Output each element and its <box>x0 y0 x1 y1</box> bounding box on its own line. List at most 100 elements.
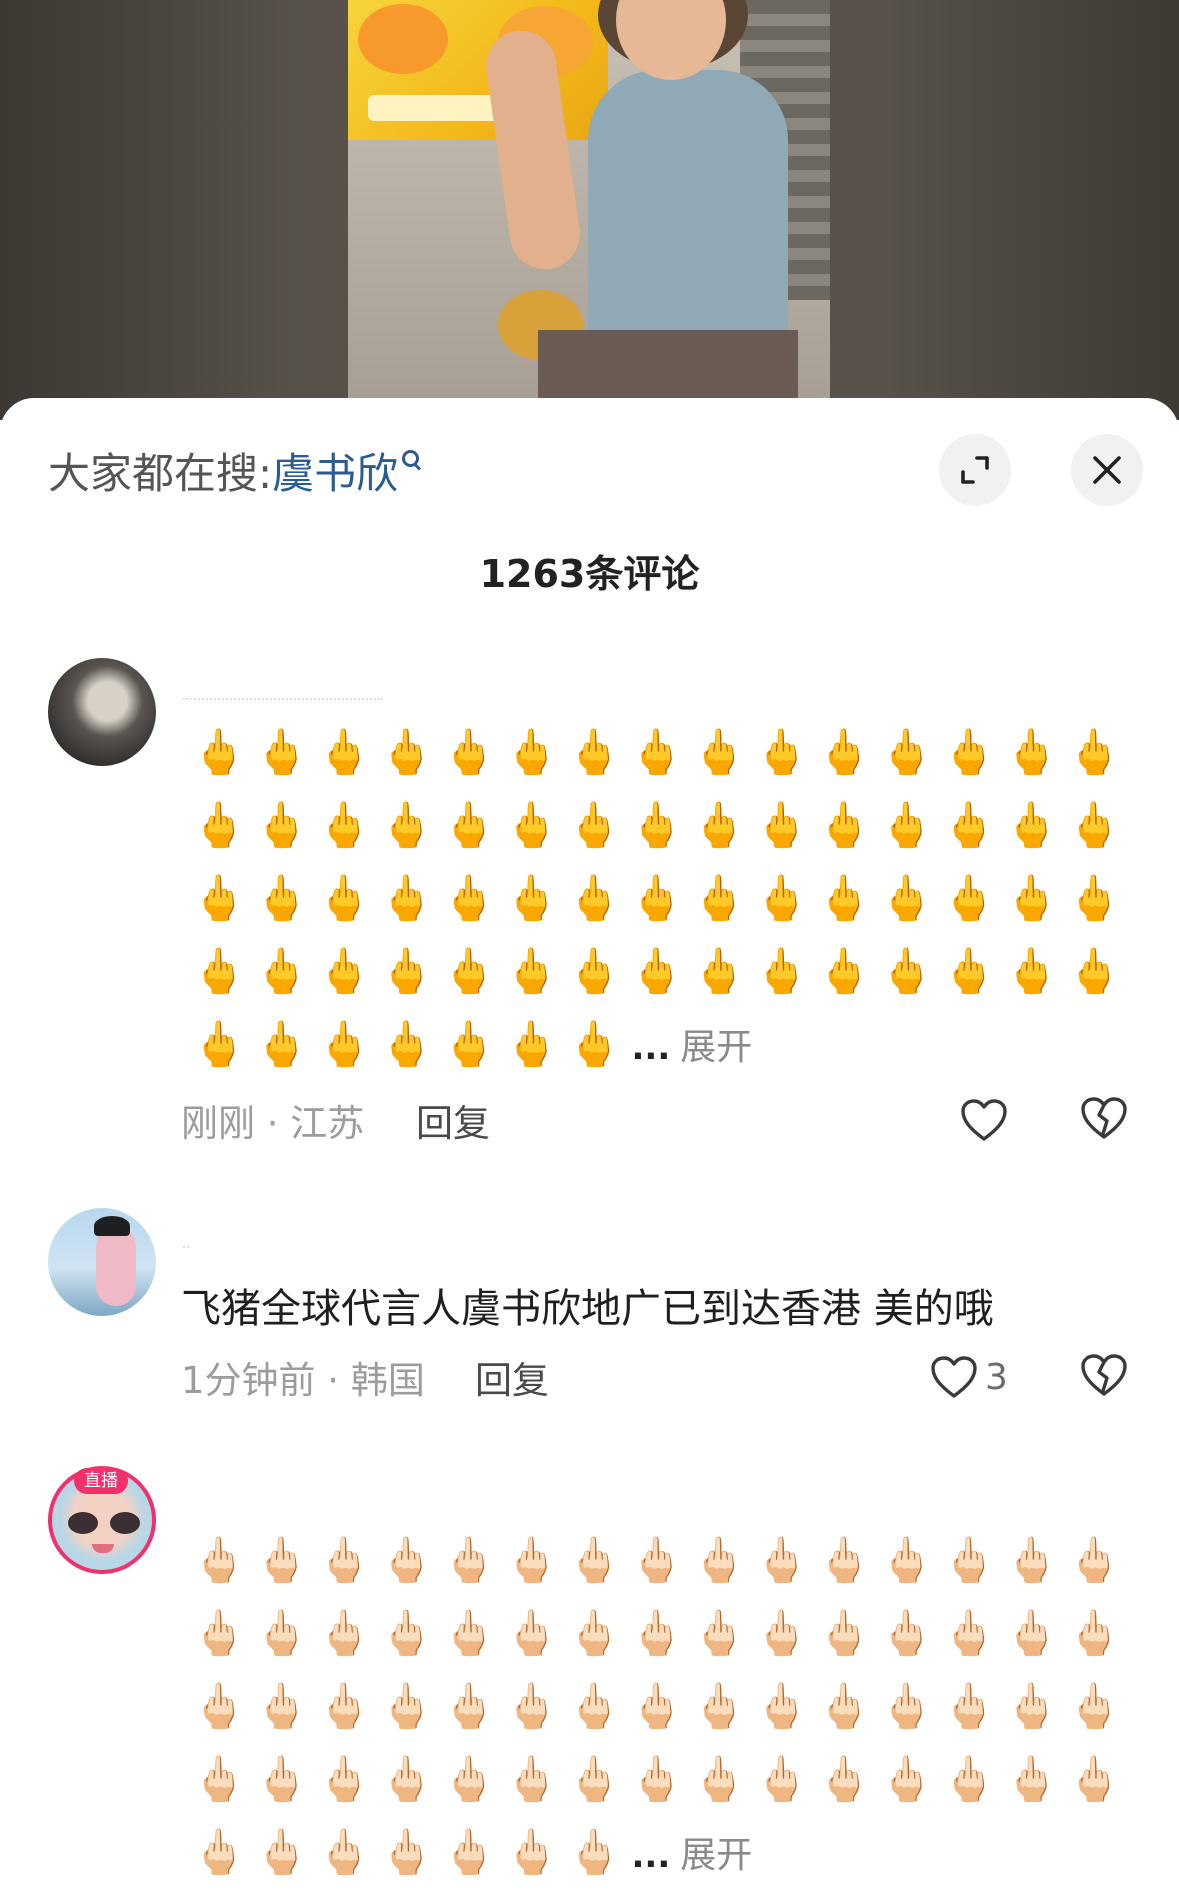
middle-finger-emoji: 🖕 <box>1066 946 1122 997</box>
trending-search-prefix: 大家都在搜: <box>48 448 273 498</box>
middle-finger-emoji: 🖕🏻 <box>316 1754 372 1805</box>
middle-finger-emoji: 🖕 <box>754 873 810 924</box>
heart-outline-icon <box>961 1099 1007 1141</box>
heart-outline-icon <box>931 1356 977 1398</box>
close-button[interactable] <box>1071 434 1143 506</box>
expand-button[interactable] <box>939 434 1011 506</box>
search-icon[interactable] <box>402 450 420 468</box>
middle-finger-emoji: 🖕🏻 <box>191 1535 247 1586</box>
middle-finger-emoji: 🖕 <box>1004 873 1060 924</box>
middle-finger-emoji: 🖕🏻 <box>441 1608 497 1659</box>
comment-meta: 刚刚 · 江苏 回复 <box>181 1093 1141 1147</box>
middle-finger-emoji: 🖕🏻 <box>441 1754 497 1805</box>
middle-finger-emoji: 🖕 <box>754 727 810 778</box>
comment-text: 飞猪全球代言人虞书欣地广已到达香港 美的哦 <box>181 1286 994 1332</box>
broken-heart-icon <box>1081 1354 1127 1396</box>
middle-finger-emoji: 🖕🏻 <box>379 1681 435 1732</box>
middle-finger-emoji: 🖕 <box>254 873 310 924</box>
middle-finger-emoji: 🖕 <box>504 727 560 778</box>
middle-finger-emoji: 🖕 <box>254 946 310 997</box>
background-billboard <box>348 0 608 140</box>
middle-finger-emoji: 🖕🏻 <box>629 1535 685 1586</box>
middle-finger-emoji: 🖕🏻 <box>816 1754 872 1805</box>
middle-finger-emoji: 🖕 <box>504 1019 560 1070</box>
middle-finger-emoji: 🖕 <box>629 800 685 851</box>
video-player[interactable] <box>0 0 1179 420</box>
person-head <box>616 0 726 80</box>
reply-button[interactable]: 回复 <box>416 1093 490 1147</box>
comment-count-title: 1263条评论 <box>479 552 700 596</box>
middle-finger-emoji: 🖕 <box>441 873 497 924</box>
middle-finger-emoji: 🖕🏻 <box>816 1681 872 1732</box>
middle-finger-emoji: 🖕 <box>316 1019 372 1070</box>
comment-meta: 1分钟前 · 韩国 回复 3 <box>181 1350 1141 1404</box>
middle-finger-emoji: 🖕 <box>629 873 685 924</box>
middle-finger-emoji: 🖕 <box>941 946 997 997</box>
middle-finger-emoji: 🖕🏻 <box>941 1681 997 1732</box>
avatar[interactable] <box>48 1208 156 1316</box>
username[interactable] <box>183 698 383 704</box>
middle-finger-emoji: 🖕🏻 <box>691 1608 747 1659</box>
middle-finger-emoji: 🖕 <box>816 727 872 778</box>
middle-finger-emoji: 🖕🏻 <box>441 1535 497 1586</box>
middle-finger-emoji: 🖕🏻 <box>1066 1681 1122 1732</box>
middle-finger-emoji: 🖕 <box>691 800 747 851</box>
dislike-button[interactable] <box>1079 1352 1129 1402</box>
middle-finger-emoji: 🖕 <box>566 800 622 851</box>
middle-finger-emoji: 🖕 <box>816 873 872 924</box>
middle-finger-emoji: 🖕🏻 <box>316 1827 372 1878</box>
emoji-line: 🖕🏻 🖕🏻 🖕🏻 🖕🏻 🖕🏻 🖕🏻 🖕🏻 🖕🏻 🖕🏻 🖕🏻 🖕🏻 🖕🏻 🖕🏻 🖕🏻 🖕🏻 <box>188 1597 1122 1670</box>
middle-finger-emoji: 🖕 <box>879 946 935 997</box>
username[interactable] <box>183 1246 189 1252</box>
middle-finger-emoji: 🖕🏻 <box>566 1754 622 1805</box>
emoji-line: 🖕 🖕 🖕 🖕 🖕 🖕 🖕 🖕 🖕 🖕 🖕 🖕 🖕 🖕 🖕 <box>188 716 1122 789</box>
avatar[interactable] <box>48 658 156 766</box>
expand-comment-button[interactable]: 展开 <box>680 1027 752 1068</box>
middle-finger-emoji: 🖕 <box>441 727 497 778</box>
middle-finger-emoji: 🖕 <box>191 1019 247 1070</box>
middle-finger-emoji: 🖕 <box>316 873 372 924</box>
middle-finger-emoji: 🖕🏻 <box>254 1681 310 1732</box>
reply-button[interactable]: 回复 <box>475 1350 549 1404</box>
middle-finger-emoji: 🖕🏻 <box>941 1535 997 1586</box>
middle-finger-emoji: 🖕🏻 <box>316 1535 372 1586</box>
middle-finger-emoji: 🖕 <box>691 946 747 997</box>
middle-finger-emoji: 🖕🏻 <box>379 1535 435 1586</box>
comment-time-location: 刚刚 · 江苏 <box>181 1102 365 1145</box>
middle-finger-emoji: 🖕🏻 <box>566 1535 622 1586</box>
middle-finger-emoji: 🖕 <box>441 800 497 851</box>
middle-finger-emoji: 🖕 <box>816 946 872 997</box>
middle-finger-emoji: 🖕 <box>629 946 685 997</box>
middle-finger-emoji: 🖕🏻 <box>504 1535 560 1586</box>
trending-search[interactable]: 大家都在搜: 虞书欣 <box>48 440 420 500</box>
middle-finger-emoji: 🖕🏻 <box>941 1754 997 1805</box>
middle-finger-emoji: 🖕 <box>629 727 685 778</box>
middle-finger-emoji: 🖕🏻 <box>191 1827 247 1878</box>
middle-finger-emoji: 🖕🏻 <box>254 1535 310 1586</box>
middle-finger-emoji: 🖕🏻 <box>1066 1754 1122 1805</box>
middle-finger-emoji: 🖕 <box>191 727 247 778</box>
close-icon <box>1093 456 1121 484</box>
middle-finger-emoji: 🖕🏻 <box>566 1681 622 1732</box>
middle-finger-emoji: 🖕🏻 <box>379 1608 435 1659</box>
middle-finger-emoji: 🖕 <box>566 873 622 924</box>
trending-search-term[interactable]: 虞书欣 <box>272 440 398 501</box>
middle-finger-emoji: 🖕 <box>754 800 810 851</box>
middle-finger-emoji: 🖕 <box>504 800 560 851</box>
middle-finger-emoji: 🖕🏻 <box>691 1535 747 1586</box>
like-button[interactable]: 3 <box>929 1352 1008 1402</box>
middle-finger-emoji: 🖕🏻 <box>379 1827 435 1878</box>
like-count: 3 <box>985 1356 1008 1398</box>
middle-finger-emoji: 🖕 <box>879 800 935 851</box>
expand-comment-button[interactable]: 展开 <box>680 1835 752 1876</box>
middle-finger-emoji: 🖕🏻 <box>504 1754 560 1805</box>
like-button[interactable] <box>959 1095 1015 1145</box>
dislike-button[interactable] <box>1079 1095 1129 1145</box>
middle-finger-emoji: 🖕🏻 <box>754 1754 810 1805</box>
middle-finger-emoji: 🖕 <box>441 946 497 997</box>
middle-finger-emoji: 🖕🏻 <box>254 1608 310 1659</box>
middle-finger-emoji: 🖕 <box>191 800 247 851</box>
middle-finger-emoji: 🖕🏻 <box>816 1535 872 1586</box>
middle-finger-emoji: 🖕 <box>191 946 247 997</box>
comment-emoji-text: 🖕 🖕 🖕 🖕 🖕 🖕 🖕 🖕 🖕 🖕 🖕 🖕 🖕 🖕 🖕 🖕 🖕 🖕 🖕 🖕 🖕 🖕 🖕 🖕 🖕 🖕 🖕 🖕 🖕 🖕 🖕 🖕 🖕 🖕 🖕 🖕 🖕 🖕 🖕 🖕… <box>188 716 1122 1081</box>
